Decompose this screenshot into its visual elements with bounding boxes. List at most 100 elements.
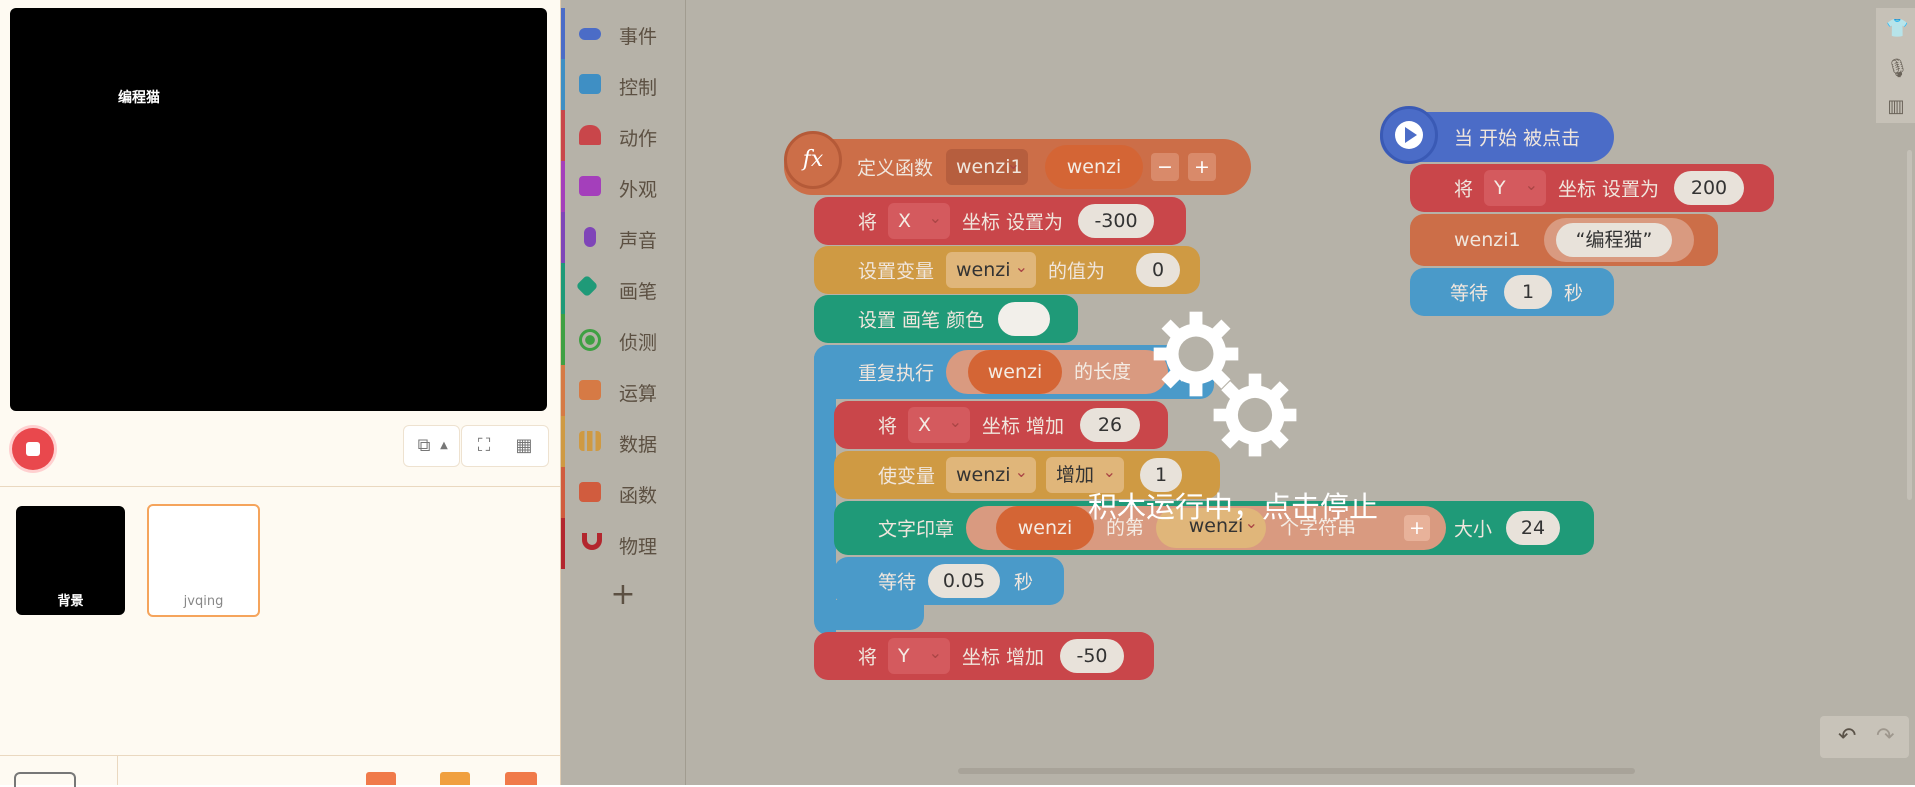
size-input[interactable]: 24 <box>1506 511 1560 545</box>
block-text: 设置变量 <box>858 260 935 283</box>
sprite-background[interactable]: 背景 <box>16 506 125 615</box>
running-overlay-text[interactable]: 积木运行中，点击停止 <box>1088 484 1378 526</box>
change-x-block[interactable]: 将 X 坐标 增加 26 <box>834 401 1168 449</box>
undo-icon[interactable]: ↶ <box>1838 724 1856 749</box>
category-looks[interactable]: 外观 <box>561 161 685 212</box>
redo-icon[interactable]: ↷ <box>1876 724 1894 749</box>
category-label: 物理 <box>619 536 658 558</box>
function-name: wenzi1 <box>1454 229 1521 251</box>
category-indicator <box>561 263 565 314</box>
stage-canvas[interactable]: 编程猫 <box>10 8 547 411</box>
block-text: 设置 画笔 颜色 <box>858 309 985 332</box>
add-sprite-icon[interactable] <box>366 772 396 785</box>
divider <box>117 756 118 785</box>
function-name-field[interactable]: wenzi1 <box>946 146 1028 185</box>
when-start-clicked-block[interactable]: 当 开始 被点击 <box>1380 106 1614 164</box>
stage-tools: ⛶ ▦ <box>461 425 549 467</box>
play-icon <box>1380 106 1438 164</box>
category-label: 侦测 <box>619 332 658 354</box>
radar-icon <box>579 329 601 351</box>
category-functions[interactable]: 函数 <box>561 467 685 518</box>
ghost-icon <box>579 125 601 145</box>
category-indicator <box>561 59 565 110</box>
add-param-button[interactable]: + <box>1188 153 1216 181</box>
stage-panel: 编程猫 ⧉ ▲ ⛶ ▦ 背景 jvqing <box>0 0 561 787</box>
wait-block[interactable]: 等待 1 秒 <box>1410 268 1614 316</box>
bar-chart-icon[interactable]: ▥ <box>1886 96 1906 117</box>
value-input[interactable]: 0.05 <box>928 564 1000 598</box>
set-variable-block[interactable]: 设置变量 wenzi 的值为 0 <box>814 246 1200 294</box>
stage-size-dropdown[interactable]: ⧉ ▲ <box>403 425 460 467</box>
fullscreen-icon[interactable]: ⛶ <box>474 436 494 456</box>
grid-icon[interactable]: ▦ <box>514 436 534 456</box>
block-text: 坐标 设置为 <box>962 211 1064 234</box>
variable-dropdown[interactable]: wenzi <box>946 249 1036 288</box>
value-input[interactable]: 0 <box>1136 253 1180 287</box>
category-sound[interactable]: 声音 <box>561 212 685 263</box>
folder-icon[interactable] <box>505 772 537 785</box>
param-wenzi[interactable]: wenzi <box>1045 145 1143 189</box>
stage-text: 编程猫 <box>118 90 160 106</box>
paint-icon[interactable] <box>440 772 470 785</box>
sprite-jvqing[interactable]: jvqing <box>147 504 260 617</box>
category-label: 外观 <box>619 179 658 201</box>
variable-dropdown[interactable]: wenzi <box>946 454 1036 493</box>
block-text: 文字印章 <box>878 518 955 541</box>
mic-icon[interactable]: 🎙 <box>1886 58 1909 79</box>
change-y-block[interactable]: 将 Y 坐标 增加 -50 <box>814 632 1154 680</box>
arg-slot[interactable]: “编程猫” <box>1544 218 1694 262</box>
color-picker[interactable] <box>998 302 1050 336</box>
category-events[interactable]: 事件 <box>561 8 685 59</box>
call-function-block[interactable]: wenzi1 “编程猫” <box>1410 214 1718 266</box>
block-text: 的长度 <box>1074 361 1132 383</box>
gear-icon[interactable] <box>1210 370 1300 460</box>
category-data[interactable]: 数据 <box>561 416 685 467</box>
var-wenzi[interactable]: wenzi <box>968 350 1062 394</box>
divider <box>0 486 560 487</box>
length-reporter[interactable]: wenzi 的长度 <box>946 350 1168 394</box>
axis-dropdown[interactable]: Y <box>888 635 950 674</box>
set-y-block[interactable]: 将 Y 坐标 设置为 200 <box>1410 164 1774 212</box>
set-pen-color-block[interactable]: 设置 画笔 颜色 <box>814 295 1078 343</box>
vertical-scrollbar[interactable] <box>1907 150 1912 500</box>
var-wenzi[interactable]: wenzi <box>996 506 1094 550</box>
stop-button[interactable] <box>12 428 54 470</box>
category-motion[interactable]: 动作 <box>561 110 685 161</box>
toggle-icon <box>579 28 601 40</box>
value-input[interactable]: -300 <box>1078 204 1154 238</box>
block-text: 将 <box>878 415 898 438</box>
block-text: 当 开始 被点击 <box>1454 127 1581 150</box>
category-label: 事件 <box>619 26 658 48</box>
block-text: 的值为 <box>1048 260 1106 283</box>
category-sensing[interactable]: 侦测 <box>561 314 685 365</box>
set-x-block[interactable]: 将 X 坐标 设置为 -300 <box>814 197 1186 245</box>
value-input[interactable]: 26 <box>1080 408 1140 442</box>
add-arg-button[interactable]: + <box>1404 515 1430 541</box>
value-input[interactable]: -50 <box>1060 639 1124 673</box>
category-pen[interactable]: 画笔 <box>561 263 685 314</box>
axis-dropdown[interactable]: X <box>888 200 950 239</box>
category-indicator <box>561 416 565 467</box>
category-indicator <box>561 8 565 59</box>
fx-icon: fx <box>784 131 842 189</box>
string-input[interactable]: “编程猫” <box>1556 223 1672 257</box>
block-text: 大小 <box>1454 518 1493 541</box>
remove-param-button[interactable]: − <box>1151 153 1179 181</box>
stage-size-icon: ⧉ <box>417 435 431 456</box>
category-control[interactable]: 控制 <box>561 59 685 110</box>
wait-block[interactable]: 等待 0.05 秒 <box>834 557 1064 605</box>
axis-dropdown[interactable]: X <box>908 404 970 443</box>
horizontal-scrollbar[interactable] <box>958 768 1635 774</box>
value-input[interactable]: 200 <box>1674 171 1744 205</box>
add-extension-button[interactable]: + <box>561 575 685 615</box>
value-input[interactable]: 1 <box>1504 275 1552 309</box>
category-physics[interactable]: 物理 <box>561 518 685 569</box>
category-indicator <box>561 212 565 263</box>
chevron-up-icon: ▲ <box>440 440 448 451</box>
category-operators[interactable]: 运算 <box>561 365 685 416</box>
gamepad-icon <box>579 74 601 94</box>
axis-dropdown[interactable]: Y <box>1484 167 1546 206</box>
shirt-icon[interactable]: 👕 <box>1886 18 1908 39</box>
category-indicator <box>561 467 565 518</box>
define-function-block[interactable]: fx 定义函数 wenzi1 wenzi − + <box>784 131 1251 195</box>
